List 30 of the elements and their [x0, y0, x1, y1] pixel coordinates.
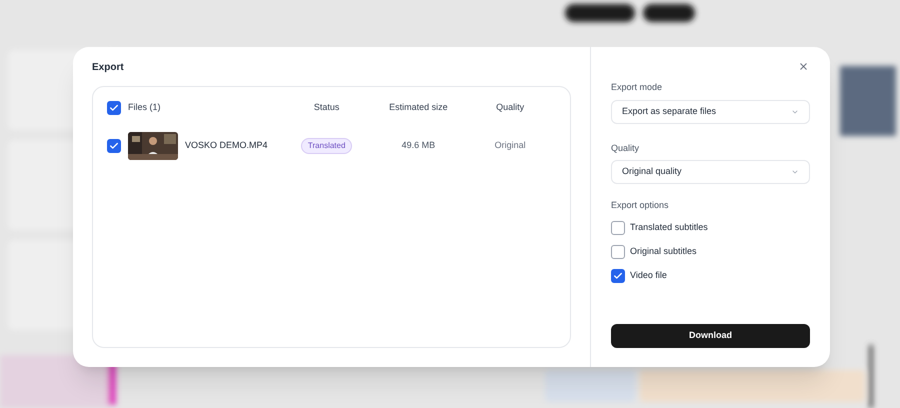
checkbox[interactable]	[611, 220, 625, 234]
field-label: Quality	[611, 142, 640, 155]
checkbox[interactable]	[611, 268, 625, 282]
column-header: Status	[314, 101, 340, 114]
checkbox[interactable]	[611, 244, 625, 258]
chevron-down-icon	[791, 168, 799, 176]
checkbox[interactable]	[107, 101, 121, 115]
close-icon	[798, 60, 808, 72]
column-header: Files (1)	[128, 101, 161, 114]
file-size: 49.6 MB	[402, 139, 436, 152]
check-icon	[109, 103, 119, 113]
file-quality: Original	[494, 139, 526, 152]
blurred-playhead	[869, 345, 873, 408]
column-header: Quality	[496, 101, 524, 114]
option-label: Video file	[630, 268, 667, 282]
check-icon	[613, 270, 623, 280]
option-label: Translated subtitles	[630, 220, 708, 234]
option-label: Original subtitles	[630, 244, 697, 258]
export-mode-select[interactable]: Export as separate files	[611, 100, 810, 124]
checkbox[interactable]	[107, 139, 121, 153]
quality-select[interactable]: Original quality	[611, 160, 810, 184]
field-label: Export mode	[611, 81, 664, 94]
blurred-video-preview	[840, 66, 896, 136]
status-badge: Translated	[300, 138, 352, 154]
file-name: VOSKO DEMO.MP4	[185, 139, 268, 152]
field-label: Export options	[611, 199, 670, 212]
download-button[interactable]: Download	[611, 324, 810, 348]
column-header: Estimated size	[389, 101, 448, 114]
dialog-title: Export	[92, 61, 125, 75]
check-icon	[109, 141, 119, 151]
